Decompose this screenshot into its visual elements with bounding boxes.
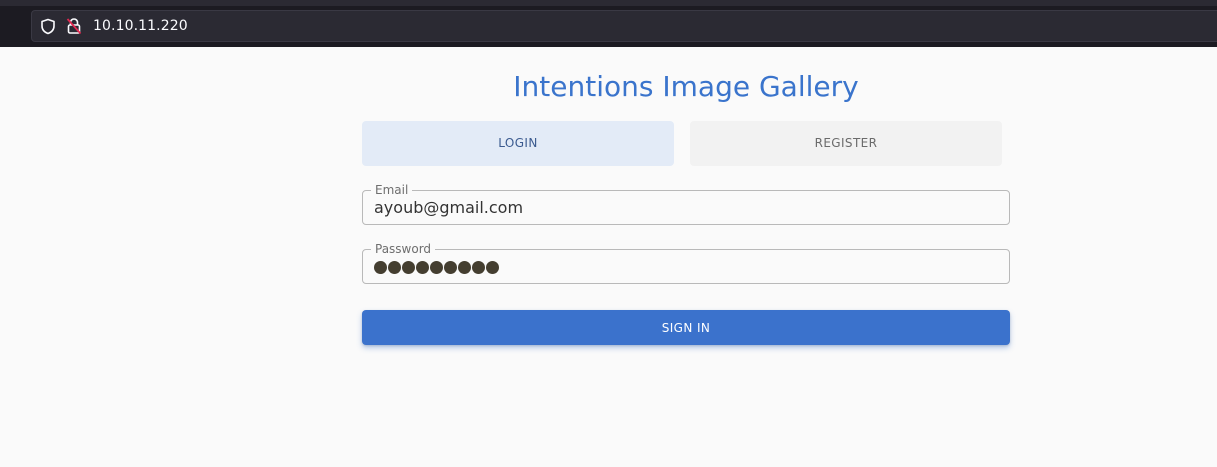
password-mask-dot <box>486 261 499 274</box>
password-input[interactable] <box>374 261 499 274</box>
address-bar[interactable]: 10.10.11.220 <box>31 10 1217 42</box>
url-text[interactable]: 10.10.11.220 <box>93 17 188 35</box>
password-mask-dot <box>402 261 415 274</box>
page-title: Intentions Image Gallery <box>513 70 859 103</box>
password-mask-dot <box>444 261 457 274</box>
tab-strip <box>0 0 1217 6</box>
password-label: Password <box>371 242 436 256</box>
email-input[interactable] <box>374 198 994 218</box>
shield-icon[interactable] <box>40 18 56 35</box>
email-field[interactable]: Email <box>362 183 1010 225</box>
tab-register[interactable]: REGISTER <box>690 121 1002 166</box>
insecure-lock-icon[interactable] <box>66 17 82 35</box>
tab-login[interactable]: LOGIN <box>362 121 674 166</box>
password-field[interactable]: Password <box>362 242 1010 284</box>
password-mask-dot <box>388 261 401 274</box>
password-mask-dot <box>374 261 387 274</box>
password-mask-dot <box>458 261 471 274</box>
password-mask-dot <box>430 261 443 274</box>
browser-toolbar: 10.10.11.220 <box>0 0 1217 47</box>
password-mask-dot <box>416 261 429 274</box>
email-label: Email <box>371 183 413 197</box>
password-mask-dot <box>472 261 485 274</box>
sign-in-button[interactable]: SIGN IN <box>362 310 1010 345</box>
